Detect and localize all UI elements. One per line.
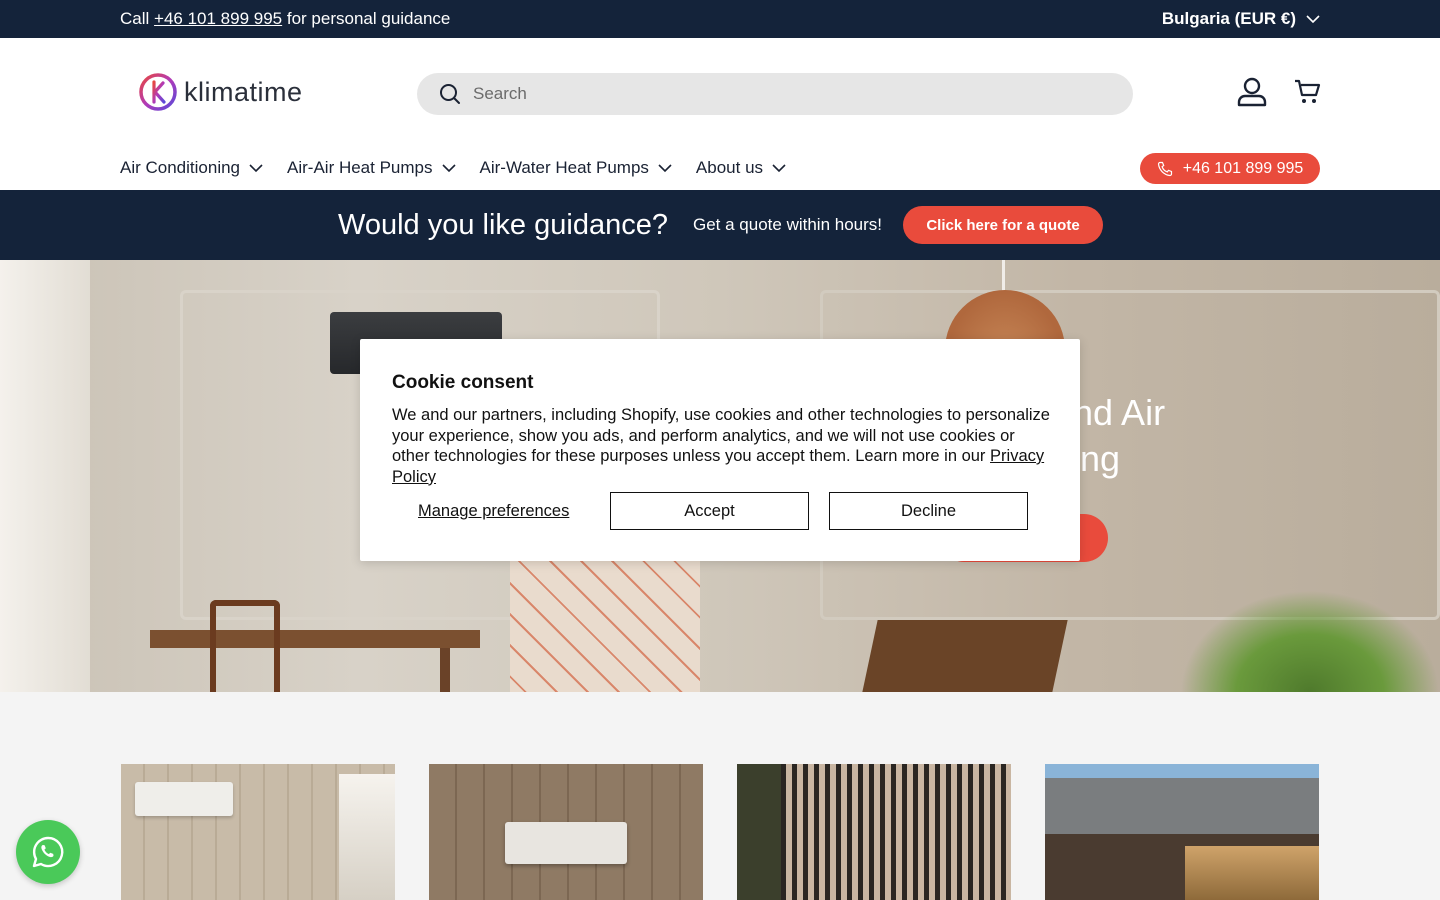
category-card[interactable] [1045,764,1319,900]
card-window [1185,846,1319,900]
site-header: klimatime Air Conditioning Air-Air Heat … [0,38,1440,190]
cookie-body: We and our partners, including Shopify, … [392,406,1050,465]
main-nav: Air Conditioning Air-Air Heat Pumps Air-… [120,158,786,178]
cookie-text: We and our partners, including Shopify, … [392,405,1052,487]
chevron-down-icon [772,163,786,172]
klimatime-logo-icon [139,73,177,111]
account-icon[interactable] [1236,76,1268,108]
nav-item-label: Air-Air Heat Pumps [287,158,433,177]
whatsapp-icon [32,836,64,868]
cart-icon[interactable] [1293,78,1321,106]
card-ac-unit [135,782,233,816]
announcement-bar: Call +46 101 899 995 for personal guidan… [0,0,1440,38]
nav-item-about-us[interactable]: About us [696,158,786,178]
phone-button[interactable]: +46 101 899 995 [1140,153,1320,184]
guidance-banner: Would you like guidance? Get a quote wit… [0,190,1440,260]
card-ac-unit [505,822,627,864]
hero-plant [1180,590,1440,692]
decline-button[interactable]: Decline [829,492,1028,530]
topbar-phone-link[interactable]: +46 101 899 995 [154,9,282,28]
nav-item-air-conditioning[interactable]: Air Conditioning [120,158,263,178]
whatsapp-button[interactable] [16,820,80,884]
guidance-subtitle: Get a quote within hours! [693,215,883,234]
chevron-down-icon [658,163,672,172]
logo-text: klimatime [184,76,303,107]
phone-button-label: +46 101 899 995 [1182,159,1304,177]
search-input[interactable] [473,84,1073,104]
call-suffix: for personal guidance [286,9,451,28]
nav-item-air-water-heat-pumps[interactable]: Air-Water Heat Pumps [480,158,672,178]
hero-window-curtain [0,260,90,692]
country-label: Bulgaria (EUR €) [1161,9,1296,28]
hero-desk [150,630,480,648]
nav-item-label: Air-Water Heat Pumps [479,158,649,177]
cookie-title: Cookie consent [392,372,534,393]
chevron-down-icon [441,163,456,172]
manage-preferences-link[interactable]: Manage preferences [418,502,569,521]
call-prefix: Call [120,9,150,28]
country-selector[interactable]: Bulgaria (EUR €) [1162,9,1320,29]
hero-shelf [510,560,700,692]
card-window [339,774,395,900]
hero-table [862,620,1068,692]
logo[interactable]: klimatime [138,72,303,112]
nav-item-label: Air Conditioning [120,158,241,177]
guidance-title: Would you like guidance? [338,209,668,241]
accept-button[interactable]: Accept [610,492,809,530]
hero-chair [210,600,280,692]
card-foliage [737,764,781,900]
call-text: Call +46 101 899 995 for personal guidan… [120,9,450,29]
category-cards [121,764,1319,900]
chevron-down-icon [249,163,263,172]
nav-item-air-air-heat-pumps[interactable]: Air-Air Heat Pumps [287,158,456,178]
chevron-down-icon [1306,14,1320,23]
search-bar[interactable] [417,73,1133,115]
cookie-consent-dialog: Cookie consent We and our partners, incl… [360,339,1080,561]
hero-desk-leg [440,648,450,692]
phone-icon [1157,161,1172,176]
category-card[interactable] [429,764,703,900]
category-card[interactable] [121,764,395,900]
category-card[interactable] [737,764,1011,900]
quote-button[interactable]: Click here for a quote [903,206,1103,244]
nav-item-label: About us [695,158,764,177]
search-icon[interactable] [439,83,461,105]
hero-lamp-cord [1002,260,1005,294]
